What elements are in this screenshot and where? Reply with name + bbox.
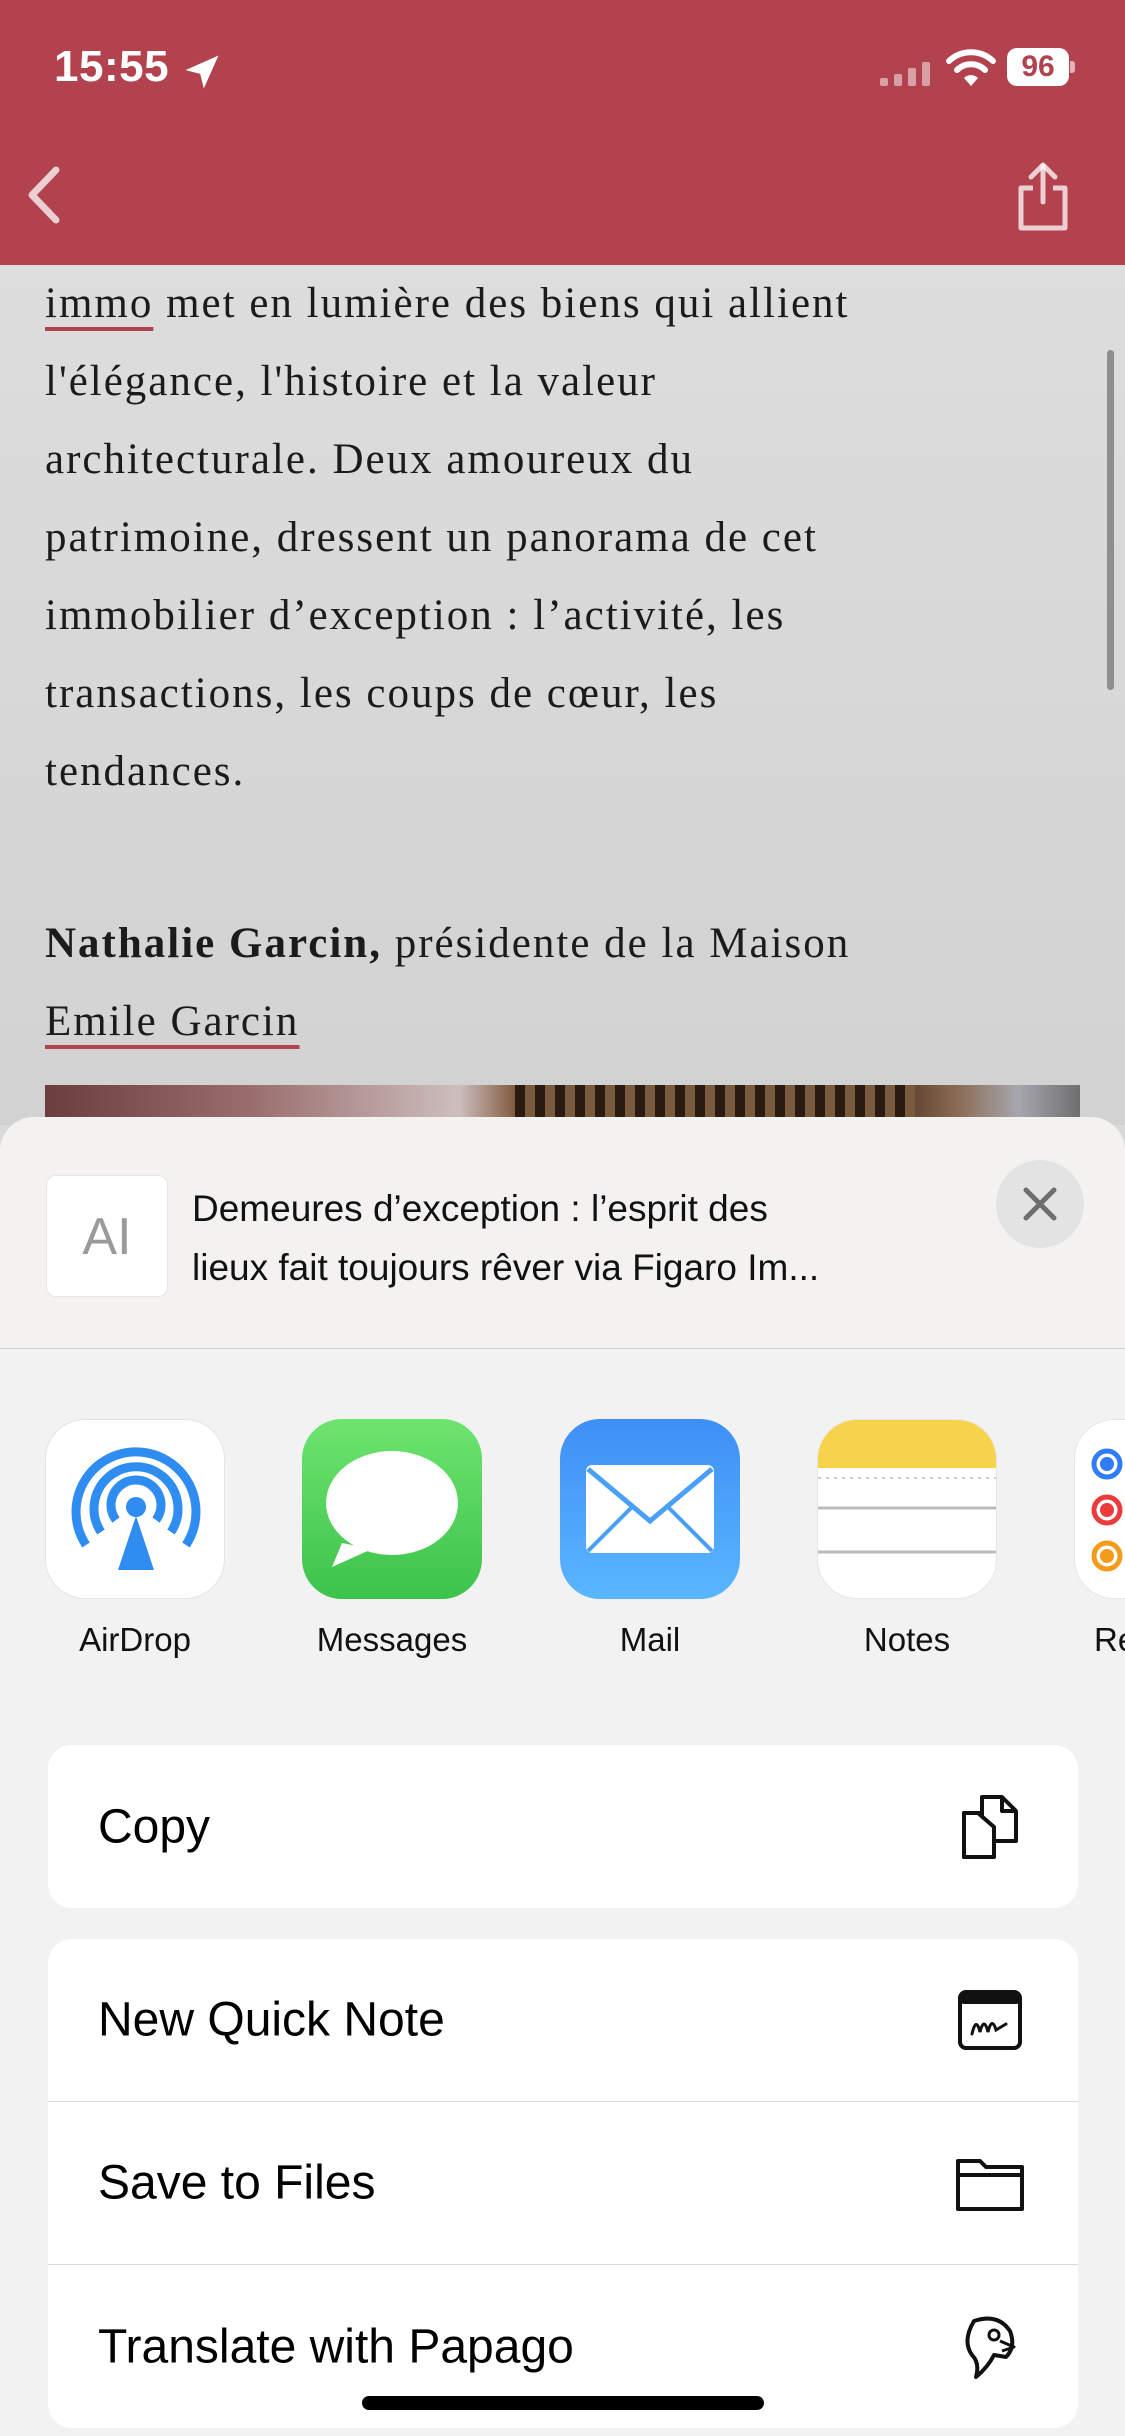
article-line: transactions, les coups de cœur, les [45, 670, 719, 717]
quick-note-icon [958, 1990, 1022, 2050]
author-name: Nathalie Garcin, [45, 920, 382, 967]
share-sheet-header: AI Demeures d’exception : l’esprit des l… [0, 1117, 1125, 1349]
save-to-files-action[interactable]: Save to Files [48, 2102, 1078, 2265]
article-line: architecturale. Deux amoureux du [45, 436, 695, 483]
copy-icon [962, 1794, 1018, 1859]
author-company-link[interactable]: Emile Garcin [45, 998, 299, 1045]
scroll-indicator[interactable] [1107, 350, 1114, 690]
share-app-messages[interactable]: Messages [302, 1419, 482, 1659]
papago-icon [965, 2316, 1016, 2379]
share-app-notes[interactable]: Notes [817, 1419, 997, 1659]
share-title: Demeures d’exception : l’esprit des lieu… [192, 1188, 820, 1288]
article-content[interactable]: immo met en lumière des biens qui allien… [0, 265, 1125, 1125]
share-icon[interactable] [1013, 160, 1073, 232]
article-body: immo met en lumière des biens qui allien… [45, 265, 1075, 811]
share-apps-row[interactable]: AirDrop Messages Mail Notes R [0, 1419, 1125, 1659]
copy-action[interactable]: Copy [48, 1745, 1078, 1908]
back-chevron-icon[interactable] [20, 160, 70, 230]
text-document-icon: AI [46, 1175, 168, 1297]
actions-group: New Quick Note Save to Files Translate w… [48, 1939, 1078, 2428]
author-role: présidente de la Maison [381, 920, 851, 967]
top-bar: 15:55 96 [0, 0, 1125, 265]
article-line: tendances. [45, 748, 246, 795]
airdrop-icon [45, 1419, 225, 1599]
battery-icon: 96 [1007, 48, 1075, 90]
author-paragraph: Nathalie Garcin, présidente de la Maison… [45, 905, 1075, 1061]
new-quick-note-action[interactable]: New Quick Note [48, 1939, 1078, 2102]
messages-icon [302, 1419, 482, 1599]
share-app-reminders[interactable]: Ren [1074, 1419, 1125, 1659]
article-line: l'élégance, l'histoire et la valeur [45, 358, 657, 405]
battery-level: 96 [1007, 48, 1069, 86]
article-line: immo met en lumière des biens qui allien… [45, 280, 850, 327]
cellular-signal-icon [880, 62, 930, 86]
wifi-icon [946, 49, 996, 86]
reminders-icon [1074, 1419, 1125, 1599]
close-button[interactable] [996, 1160, 1084, 1248]
article-link-immo[interactable]: immo [45, 280, 153, 327]
location-arrow-icon [185, 55, 219, 89]
share-app-airdrop[interactable]: AirDrop [45, 1419, 225, 1659]
share-sheet: AI Demeures d’exception : l’esprit des l… [0, 1117, 1125, 2436]
folder-icon [956, 2159, 1024, 2211]
article-line: patrimoine, dressent un panorama de cet [45, 514, 818, 561]
status-time: 15:55 [54, 42, 170, 91]
home-indicator[interactable] [362, 2396, 764, 2410]
share-app-mail[interactable]: Mail [560, 1419, 740, 1659]
article-line: immobilier d’exception : l’activité, les [45, 592, 786, 639]
mail-icon [560, 1419, 740, 1599]
notes-icon [817, 1419, 997, 1599]
copy-action-group: Copy [48, 1745, 1078, 1908]
